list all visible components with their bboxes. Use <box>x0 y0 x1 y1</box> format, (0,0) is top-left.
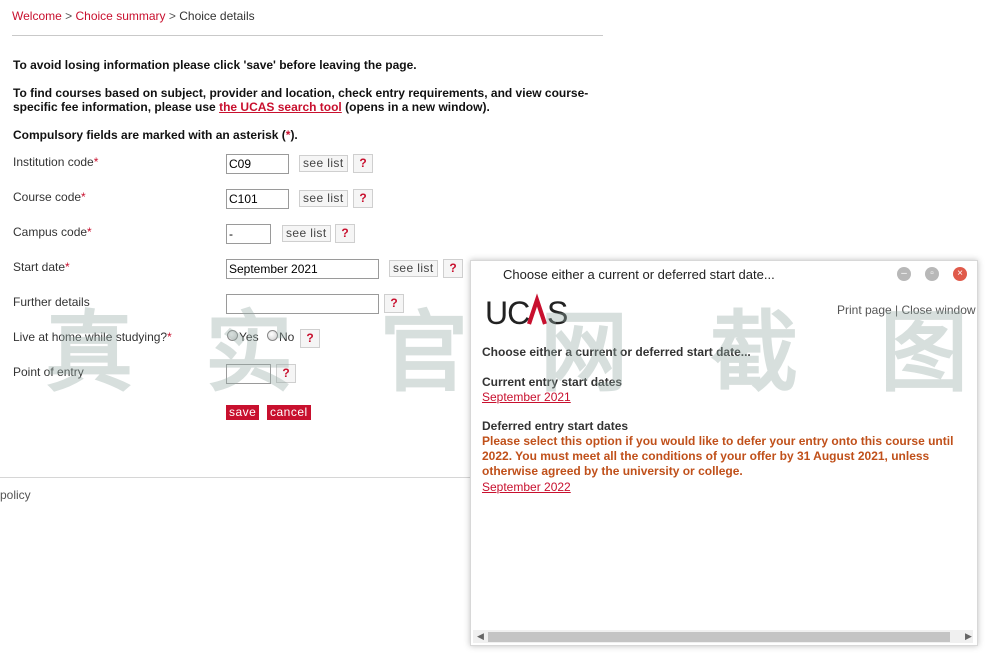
maximize-icon[interactable]: ▫ <box>925 267 939 281</box>
breadcrumb-welcome-link[interactable]: Welcome <box>12 9 62 23</box>
popup-actions: Print page | Close window <box>837 303 976 317</box>
live-at-home-help-icon[interactable]: ? <box>300 329 320 348</box>
breadcrumb-separator: > <box>168 9 176 23</box>
required-marker: * <box>65 260 70 274</box>
live-at-home-label: Live at home while studying?* <box>13 330 172 344</box>
footer-policy-link[interactable]: policy <box>0 488 31 502</box>
institution-help-icon[interactable]: ? <box>353 154 373 173</box>
save-warning: To avoid losing information please click… <box>13 58 417 72</box>
live-at-home-no-label: No <box>279 330 295 344</box>
save-button[interactable]: save <box>226 405 260 420</box>
minimize-icon[interactable]: – <box>897 267 911 281</box>
campus-help-icon[interactable]: ? <box>335 224 355 243</box>
campus-code-label: Campus code* <box>13 225 92 239</box>
institution-code-label-text: Institution code <box>13 155 94 169</box>
svg-text:UC: UC <box>485 295 529 329</box>
point-of-entry-help-icon[interactable]: ? <box>276 364 296 383</box>
deferred-entry-heading: Deferred entry start dates <box>482 419 629 433</box>
further-details-input[interactable] <box>226 294 379 314</box>
breadcrumb: Welcome > Choice summary > Choice detail… <box>12 9 255 23</box>
scroll-left-icon[interactable]: ◀ <box>477 630 484 643</box>
search-info-suffix: (opens in a new window). <box>341 100 490 114</box>
popup-heading: Choose either a current or deferred star… <box>482 345 751 359</box>
live-at-home-yes-radio[interactable] <box>227 330 238 341</box>
close-window-link[interactable]: Close window <box>902 303 976 317</box>
course-code-input[interactable]: C101 <box>226 189 289 209</box>
compulsory-info: Compulsory fields are marked with an ast… <box>13 128 298 142</box>
close-icon[interactable]: × <box>953 267 967 281</box>
further-details-help-icon[interactable]: ? <box>384 294 404 313</box>
campus-see-list-button[interactable]: see list <box>282 225 331 242</box>
scrollbar-thumb[interactable] <box>488 632 950 642</box>
compulsory-text: Compulsory fields are marked with an ast… <box>13 128 286 142</box>
scroll-right-icon[interactable]: ▶ <box>965 630 972 643</box>
breadcrumb-choice-summary-link[interactable]: Choice summary <box>76 9 166 23</box>
institution-code-label: Institution code* <box>13 155 98 169</box>
live-at-home-label-text: Live at home while studying? <box>13 330 168 344</box>
campus-code-label-text: Campus code <box>13 225 88 239</box>
course-see-list-button[interactable]: see list <box>299 190 348 207</box>
start-date-popup: Choose either a current or deferred star… <box>470 260 978 646</box>
compulsory-suffix: ). <box>290 128 298 142</box>
search-info: To find courses based on subject, provid… <box>13 86 603 114</box>
breadcrumb-separator: > <box>65 9 73 23</box>
required-marker: * <box>87 225 92 239</box>
institution-see-list-button[interactable]: see list <box>299 155 348 172</box>
start-date-label-text: Start date <box>13 260 66 274</box>
deferred-start-date-link[interactable]: September 2022 <box>482 480 571 494</box>
ucas-search-tool-link[interactable]: the UCAS search tool <box>219 100 342 114</box>
current-start-date-link[interactable]: September 2021 <box>482 390 571 404</box>
required-marker: * <box>93 155 99 169</box>
header-divider <box>12 35 603 36</box>
point-of-entry-label: Point of entry <box>13 365 84 379</box>
deferral-note: Please select this option if you would l… <box>482 434 954 478</box>
required-marker: * <box>167 330 172 344</box>
campus-code-input[interactable]: - <box>226 224 271 244</box>
svg-text:S: S <box>547 295 568 329</box>
point-of-entry-input[interactable] <box>226 364 271 384</box>
actions-divider: | <box>895 303 899 317</box>
print-page-link[interactable]: Print page <box>837 303 892 317</box>
start-date-see-list-button[interactable]: see list <box>389 260 438 277</box>
start-date-help-icon[interactable]: ? <box>443 259 463 278</box>
further-details-label: Further details <box>13 295 90 309</box>
start-date-label: Start date* <box>13 260 70 274</box>
live-at-home-yes-label: Yes <box>239 330 259 344</box>
institution-code-input[interactable]: C09 <box>226 154 289 174</box>
start-date-input[interactable]: September 2021 <box>226 259 379 279</box>
horizontal-scrollbar[interactable]: ◀ ▶ <box>473 630 973 643</box>
course-code-label: Course code* <box>13 190 86 204</box>
cancel-button[interactable]: cancel <box>267 405 311 420</box>
footer-divider <box>0 477 470 478</box>
live-at-home-no-radio[interactable] <box>267 330 278 341</box>
current-entry-heading: Current entry start dates <box>482 375 623 389</box>
course-code-label-text: Course code <box>13 190 82 204</box>
course-help-icon[interactable]: ? <box>353 189 373 208</box>
breadcrumb-current: Choice details <box>179 9 255 23</box>
ucas-logo: UC S <box>485 293 568 329</box>
required-marker: * <box>81 190 86 204</box>
popup-title: Choose either a current or deferred star… <box>503 267 775 282</box>
